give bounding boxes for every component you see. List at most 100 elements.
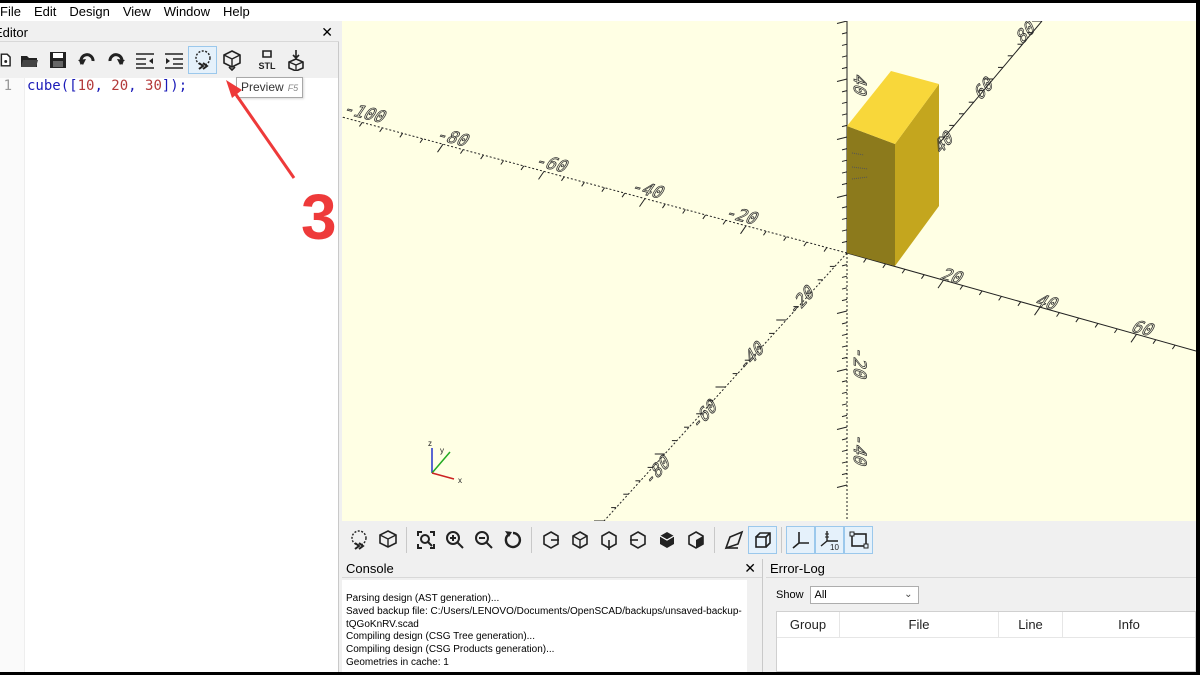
x-axis-tick xyxy=(1114,328,1118,334)
render-button[interactable] xyxy=(217,46,246,74)
x-axis-tick xyxy=(419,138,424,144)
x-axis-tick xyxy=(901,268,906,274)
perspective-button[interactable] xyxy=(719,526,748,554)
undo-icon xyxy=(77,53,94,65)
view-right-button[interactable] xyxy=(536,526,565,554)
view-front-button[interactable] xyxy=(652,526,681,554)
unindent-button[interactable] xyxy=(130,46,159,74)
z-axis-tick xyxy=(841,345,848,348)
menu-window[interactable]: Window xyxy=(158,3,217,21)
console-line: Compiling design (CSG Tree generation)..… xyxy=(346,631,535,643)
preview-icon xyxy=(350,530,367,550)
z-axis-tick xyxy=(841,229,848,232)
view-bottom-button[interactable] xyxy=(594,526,623,554)
z-axis-tick xyxy=(841,66,848,70)
view-back-button[interactable] xyxy=(681,526,710,554)
console-close-button[interactable]: ✕ xyxy=(744,559,756,578)
x-axis-tick xyxy=(561,176,565,182)
show-label: Show xyxy=(776,589,804,601)
z-axis-tick xyxy=(841,298,848,302)
menu-edit[interactable]: Edit xyxy=(28,3,63,21)
view-left-icon xyxy=(629,531,646,549)
save-button[interactable] xyxy=(43,46,72,74)
z-axis-tick xyxy=(841,148,848,151)
orthogonal-button[interactable] xyxy=(748,526,777,554)
menu-file[interactable]: File xyxy=(0,3,28,21)
z-axis-tick xyxy=(841,90,848,93)
indent-button[interactable] xyxy=(159,46,188,74)
chevron-down-icon: ⌄ xyxy=(904,589,913,600)
x-axis-tick xyxy=(1171,344,1176,350)
reset-view-button[interactable] xyxy=(498,526,527,554)
error-filter-value: All xyxy=(814,589,827,601)
show-scale-markers-icon: 10 xyxy=(820,531,839,551)
menu-view[interactable]: View xyxy=(117,3,158,21)
view-toolbar: 10 xyxy=(342,521,1196,559)
console-panel: Console ✕ Parsing design (AST generation… xyxy=(342,559,763,672)
send-to-printer-button[interactable] xyxy=(281,46,310,74)
show-axes-button[interactable] xyxy=(786,526,815,554)
toolbar-separator xyxy=(531,527,532,553)
column-header-info[interactable]: Info xyxy=(1063,612,1195,637)
code-arg-z: 30 xyxy=(145,78,162,94)
x-axis-tick xyxy=(921,274,925,279)
3d-viewport[interactable]: -100 -80 -60 -40 -20 20 40 60 40 -20 -40… xyxy=(342,21,1196,521)
console-line: tQGoKnRV.scad xyxy=(346,618,419,630)
z-axis-tick xyxy=(841,449,848,452)
error-filter-select[interactable]: All ⌄ xyxy=(809,586,919,604)
menu-help[interactable]: Help xyxy=(217,3,257,21)
show-edges-button[interactable] xyxy=(844,526,873,554)
menu-design[interactable]: Design xyxy=(63,3,116,21)
menu-bar: File Edit Design View Window Help xyxy=(0,3,1196,21)
view-back-icon xyxy=(687,531,704,549)
z-axis-tick xyxy=(841,264,848,267)
zoom-out-button[interactable] xyxy=(469,526,498,554)
viewport-canvas: -100 -80 -60 -40 -20 20 40 60 40 -20 -40… xyxy=(342,21,1196,521)
show-axes-icon xyxy=(791,532,809,549)
z-label-neg40: -40 xyxy=(849,431,868,469)
column-header-group[interactable]: Group xyxy=(777,612,840,637)
view-left-button[interactable] xyxy=(623,526,652,554)
new-button[interactable] xyxy=(0,46,14,74)
z-axis-tick xyxy=(841,275,848,278)
line-number-gutter: 1 xyxy=(0,78,25,672)
show-scale-markers-button[interactable]: 10 xyxy=(815,526,844,554)
view-preview-button[interactable] xyxy=(344,526,373,554)
error-log-panel: Error-Log Show All ⌄ Group File Line Inf… xyxy=(766,559,1196,672)
redo-button[interactable] xyxy=(101,46,130,74)
column-header-file[interactable]: File xyxy=(840,612,999,637)
view-render-button[interactable] xyxy=(373,526,402,554)
redo-icon xyxy=(108,53,125,65)
toolbar-separator xyxy=(714,527,715,553)
z-axis-tick xyxy=(836,310,848,314)
view-all-button[interactable] xyxy=(411,526,440,554)
z-axis-tick xyxy=(841,403,848,406)
code-line-1[interactable]: cube([10, 20, 30]); xyxy=(27,78,187,94)
console-output[interactable]: Parsing design (AST generation)... Saved… xyxy=(342,580,747,672)
console-line: Parsing design (AST generation)... xyxy=(346,593,500,604)
svg-text:10: 10 xyxy=(830,543,839,551)
column-header-line[interactable]: Line xyxy=(999,612,1063,637)
editor-close-button[interactable]: ✕ xyxy=(321,23,333,42)
axes-gizmo: z y x xyxy=(428,439,462,485)
x-label-pos20: 20 xyxy=(936,266,967,288)
x-axis-tick xyxy=(601,187,606,193)
export-stl-button[interactable]: STL xyxy=(252,46,281,74)
view-top-button[interactable] xyxy=(565,526,594,554)
z-axis-tick xyxy=(841,43,848,46)
undo-button[interactable] xyxy=(72,46,101,74)
view-right-icon xyxy=(542,531,559,549)
z-axis-tick xyxy=(836,194,848,198)
x-axis-negative xyxy=(342,116,848,254)
x-label-80: -80 xyxy=(432,126,473,151)
toolbar-separator xyxy=(406,527,407,553)
x-axis-tick xyxy=(978,290,983,296)
z-axis-tick xyxy=(841,356,848,360)
open-button[interactable] xyxy=(14,46,43,74)
y-label-60: 60 xyxy=(973,72,996,105)
preview-button[interactable] xyxy=(188,46,217,74)
code-arg-y: 20 xyxy=(111,78,129,94)
render-icon xyxy=(378,530,397,548)
new-icon xyxy=(0,53,11,67)
zoom-in-button[interactable] xyxy=(440,526,469,554)
